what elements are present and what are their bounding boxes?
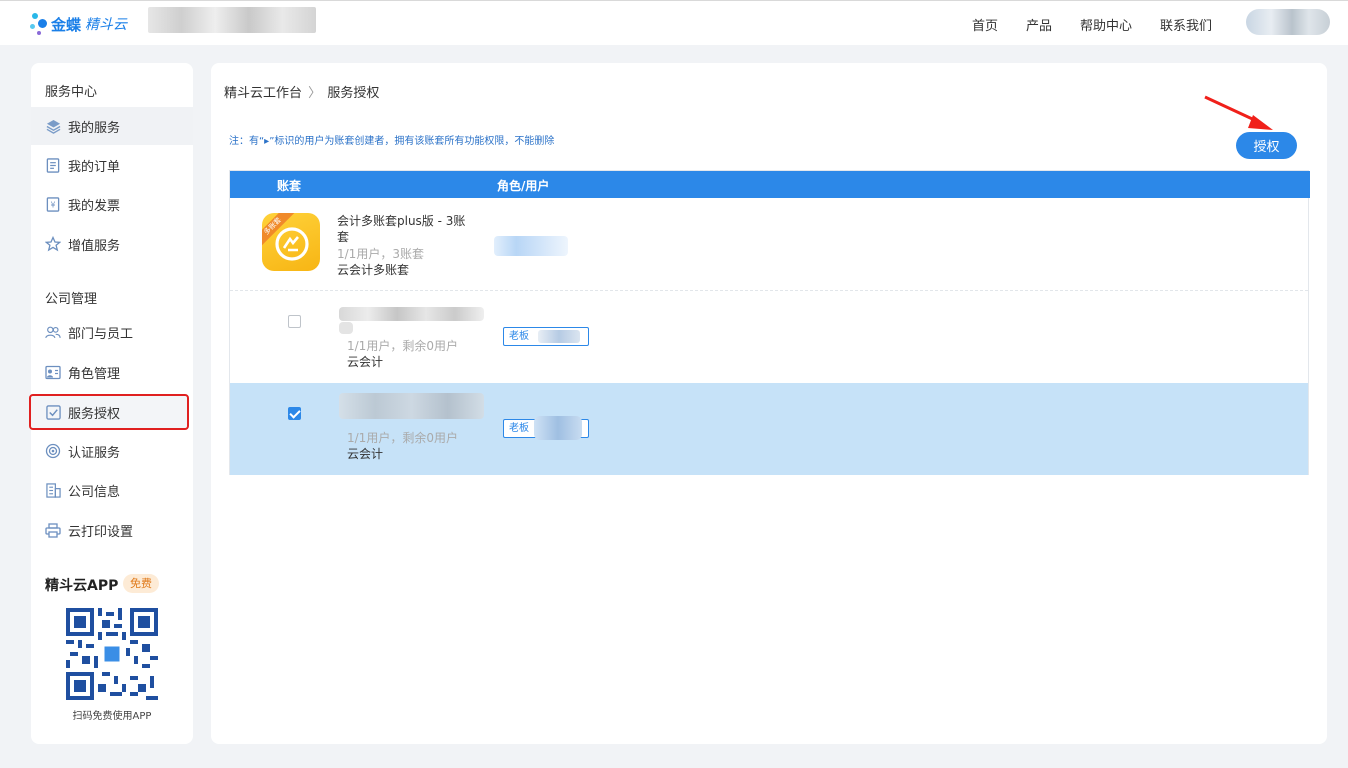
layers-icon: [45, 118, 61, 134]
role-icon: [45, 364, 61, 380]
sidebar-item-label: 认证服务: [68, 445, 121, 461]
account-name-blurred-2: [339, 322, 353, 334]
section-title-company-management: 公司管理: [45, 292, 98, 307]
nav-home[interactable]: 首页: [972, 15, 998, 34]
logo-brand: 金蝶: [51, 15, 82, 34]
account-name-blurred: [339, 393, 484, 419]
certify-icon: [45, 443, 61, 459]
role-tag[interactable]: 老板: [503, 416, 589, 440]
role-tag[interactable]: 老板: [503, 327, 589, 346]
svg-text:¥: ¥: [51, 200, 56, 209]
nav-contact-us[interactable]: 联系我们: [1160, 15, 1212, 34]
sidebar-item-departments-staff[interactable]: 部门与员工: [31, 313, 193, 351]
sidebar-item-label: 云打印设置: [68, 524, 134, 540]
sidebar-item-value-added[interactable]: 增值服务: [31, 225, 193, 263]
authorize-button[interactable]: 授权: [1236, 132, 1297, 159]
sidebar-item-label: 公司信息: [68, 484, 121, 500]
top-bar: 金蝶 精斗云 首页 产品 帮助中心 联系我们: [0, 0, 1348, 45]
sidebar-item-label: 我的发票: [68, 198, 121, 214]
sidebar-item-company-info[interactable]: 公司信息: [31, 471, 193, 509]
table-row-selected: 1/1用户，剩余0用户 云会计 老板: [230, 383, 1308, 475]
section-title-service-center: 服务中心: [45, 85, 98, 100]
column-header-account: 账套: [277, 179, 302, 193]
accounting-app-icon: 多账套: [262, 213, 320, 271]
role-user-blurred: [538, 330, 580, 343]
sidebar-item-my-services[interactable]: 我的服务: [31, 107, 193, 145]
printer-icon: [45, 522, 61, 538]
logo-product: 精斗云: [85, 17, 128, 33]
account-type: 云会计多账套: [337, 263, 410, 277]
user-account-menu[interactable]: [1246, 9, 1330, 35]
sidebar-item-certification[interactable]: 认证服务: [31, 432, 193, 470]
creator-note: 注：有“▸”标识的用户为账套创建者，拥有该账套所有功能权限，不能删除: [229, 136, 555, 147]
qr-caption: 扫码免费使用APP: [72, 711, 152, 722]
sidebar-item-label: 我的服务: [68, 120, 121, 136]
nav-products[interactable]: 产品: [1026, 15, 1052, 34]
sidebar-item-label: 角色管理: [68, 366, 121, 382]
star-icon: [45, 236, 61, 252]
authorization-table: 账套 角色/用户 多账套 会计多账套plus版 - 3账套 1/1用户，3账套 …: [229, 170, 1310, 475]
table-header: 账套 角色/用户: [230, 171, 1310, 198]
sidebar-item-cloud-print[interactable]: 云打印设置: [31, 511, 193, 549]
breadcrumb: 精斗云工作台 〉 服务授权: [224, 82, 379, 101]
sidebar-item-my-orders[interactable]: 我的订单: [31, 146, 193, 184]
row-checkbox[interactable]: [288, 315, 301, 328]
users-icon: [45, 324, 61, 340]
role-label: 老板: [509, 331, 529, 342]
check-square-icon: [45, 404, 61, 420]
sidebar-item-label: 我的订单: [68, 159, 121, 175]
sidebar-item-label: 增值服务: [68, 238, 121, 254]
table-row: 多账套 会计多账套plus版 - 3账套 1/1用户，3账套 云会计多账套: [230, 199, 1308, 291]
breadcrumb-current: 服务授权: [327, 86, 380, 101]
invoice-icon: ¥: [45, 196, 61, 212]
row-checkbox-checked[interactable]: [288, 407, 301, 420]
sidebar-item-my-invoices[interactable]: ¥ 我的发票: [31, 185, 193, 223]
account-title: 会计多账套plus版 - 3账套: [337, 214, 466, 244]
logo-mark-icon: [30, 10, 48, 38]
account-usage: 1/1用户，剩余0用户: [347, 339, 458, 353]
user-name-blurred: [494, 236, 568, 256]
column-header-role-user: 角色/用户: [497, 179, 550, 193]
sidebar-item-service-authorization[interactable]: 服务授权: [29, 394, 189, 430]
chevron-right-icon: 〉: [308, 86, 322, 101]
logo[interactable]: 金蝶 精斗云: [30, 10, 127, 38]
sidebar-item-label: 服务授权: [68, 406, 121, 422]
free-badge: 免费: [123, 574, 159, 593]
account-usage: 1/1用户，剩余0用户: [347, 431, 458, 445]
account-name-blurred: [339, 307, 484, 321]
account-type: 云会计: [347, 355, 384, 369]
role-user-blurred: [534, 416, 582, 440]
building-icon: [45, 482, 61, 498]
account-usage: 1/1用户，3账套: [337, 247, 424, 261]
app-promo-title: 精斗云APP: [45, 578, 119, 594]
account-type: 云会计: [347, 447, 384, 461]
role-label: 老板: [509, 423, 529, 434]
breadcrumb-root[interactable]: 精斗云工作台: [224, 86, 302, 101]
annotation-arrow-icon: [1204, 95, 1273, 130]
company-name-blurred: [148, 7, 316, 33]
sidebar: 服务中心 我的服务 我的订单 ¥ 我的发票 增值服务 公司管理 部门与员工 角色…: [29, 63, 193, 744]
order-icon: [45, 157, 61, 173]
app-qr-code: [66, 608, 158, 700]
main-panel: 精斗云工作台 〉 服务授权 注：有“▸”标识的用户为账套创建者，拥有该账套所有功…: [211, 63, 1327, 744]
sidebar-item-role-management[interactable]: 角色管理: [31, 353, 193, 391]
sidebar-item-label: 部门与员工: [68, 326, 134, 342]
table-row: 1/1用户，剩余0用户 云会计 老板: [230, 291, 1308, 383]
nav-help-center[interactable]: 帮助中心: [1080, 15, 1132, 34]
